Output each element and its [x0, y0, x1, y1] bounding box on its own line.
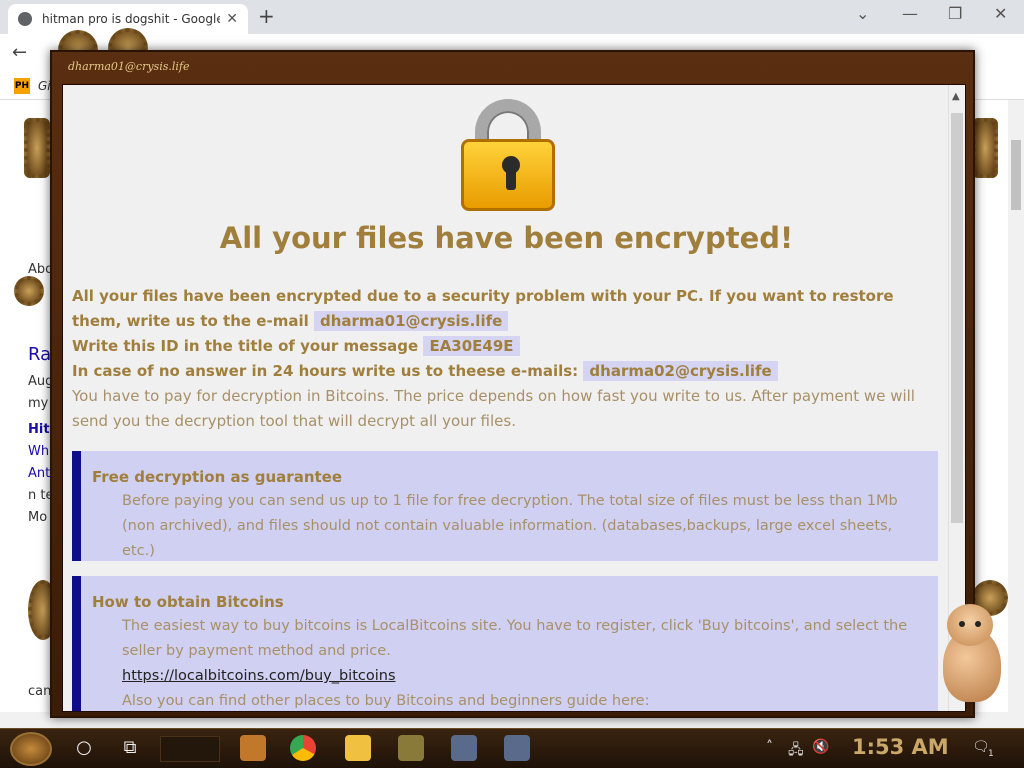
ransom-headline: All your files have been encrypted!: [219, 221, 794, 255]
search-circle-icon[interactable]: ○: [72, 736, 96, 760]
page-snippet[interactable]: Ra: [28, 344, 51, 365]
network-app-icon[interactable]: [504, 735, 530, 761]
card-text: The easiest way to buy bitcoins is Local…: [122, 618, 908, 659]
page-snippet: can: [28, 684, 52, 699]
contact-email-1: dharma01@crysis.life: [313, 311, 509, 331]
clock[interactable]: 1:53 AM: [852, 735, 949, 759]
minimize-button[interactable]: —: [902, 4, 918, 23]
restore-button[interactable]: ❐: [948, 4, 962, 23]
new-tab-button[interactable]: +: [258, 4, 275, 28]
globe-icon: [18, 12, 32, 26]
hamster-mascot-icon: [935, 600, 1007, 705]
task-view-icon[interactable]: ⧉: [118, 736, 142, 760]
scroll-up-icon[interactable]: ▲: [952, 91, 960, 102]
taskbar: ○ ⧉ ˄ 🖧 🔇 1:53 AM 🗨 1: [0, 728, 1024, 768]
ransom-instructions: All your files have been encrypted due t…: [72, 284, 942, 434]
scrollbar-thumb[interactable]: [951, 113, 963, 523]
frame-decoration-icon: [972, 118, 998, 178]
network-icon[interactable]: 🖧: [788, 739, 804, 763]
victim-id: EA30E49E: [423, 336, 520, 356]
folder-icon[interactable]: [345, 735, 371, 761]
card-text: Also you can find other places to buy Bi…: [122, 693, 650, 709]
tab-close-icon[interactable]: ✕: [226, 11, 238, 27]
tab-title: hitman pro is dogshit - Google: [42, 12, 221, 26]
padlock-icon: [461, 99, 555, 211]
free-decryption-card: Free decryption as guarantee Before payi…: [72, 451, 938, 561]
instruction-line-2: Write this ID in the title of your messa…: [72, 337, 419, 355]
game-app-icon[interactable]: [398, 735, 424, 761]
scrollbar-thumb[interactable]: [1011, 140, 1021, 210]
card-text: Before paying you can send us up to 1 fi…: [122, 493, 898, 559]
frame-decoration-icon: [24, 118, 50, 178]
chrome-icon[interactable]: [290, 735, 316, 761]
network-app-icon[interactable]: [451, 735, 477, 761]
ransom-content: All your files have been encrypted! All …: [62, 84, 966, 712]
bookmark-label[interactable]: Gi: [38, 79, 51, 93]
start-button[interactable]: [10, 732, 52, 766]
instruction-line-3: In case of no answer in 24 hours write u…: [72, 362, 579, 380]
instruction-line-4: You have to pay for decryption in Bitcoi…: [72, 387, 915, 430]
taskbar-search-box[interactable]: [160, 736, 220, 762]
contact-email-2: dharma02@crysis.life: [583, 361, 778, 381]
card-title: How to obtain Bitcoins: [92, 593, 284, 611]
notification-count: 1: [988, 749, 994, 759]
localbitcoins-link[interactable]: https://localbitcoins.com/buy_bitcoins: [122, 668, 396, 684]
bookmark-ph-icon[interactable]: PH: [14, 78, 30, 94]
page-snippet[interactable]: Ant: [28, 466, 50, 481]
page-snippet: Mo: [28, 510, 48, 525]
close-button[interactable]: ✕: [994, 4, 1007, 23]
ransom-window[interactable]: dharma01@crysis.life All your files have…: [50, 50, 975, 718]
gear-decoration-icon: [14, 276, 44, 306]
obtain-bitcoins-card: How to obtain Bitcoins The easiest way t…: [72, 576, 938, 711]
card-title: Free decryption as guarantee: [92, 468, 343, 486]
ransom-window-title: dharma01@crysis.life: [68, 60, 190, 73]
page-snippet: my: [28, 396, 49, 411]
chevron-up-icon[interactable]: ˄: [766, 739, 773, 755]
chevron-down-icon[interactable]: ⌄: [856, 4, 869, 23]
page-scrollbar[interactable]: [1008, 100, 1024, 712]
back-arrow-icon[interactable]: ←: [12, 42, 27, 63]
volume-muted-icon[interactable]: 🔇: [812, 739, 829, 755]
archive-app-icon[interactable]: [240, 735, 266, 761]
